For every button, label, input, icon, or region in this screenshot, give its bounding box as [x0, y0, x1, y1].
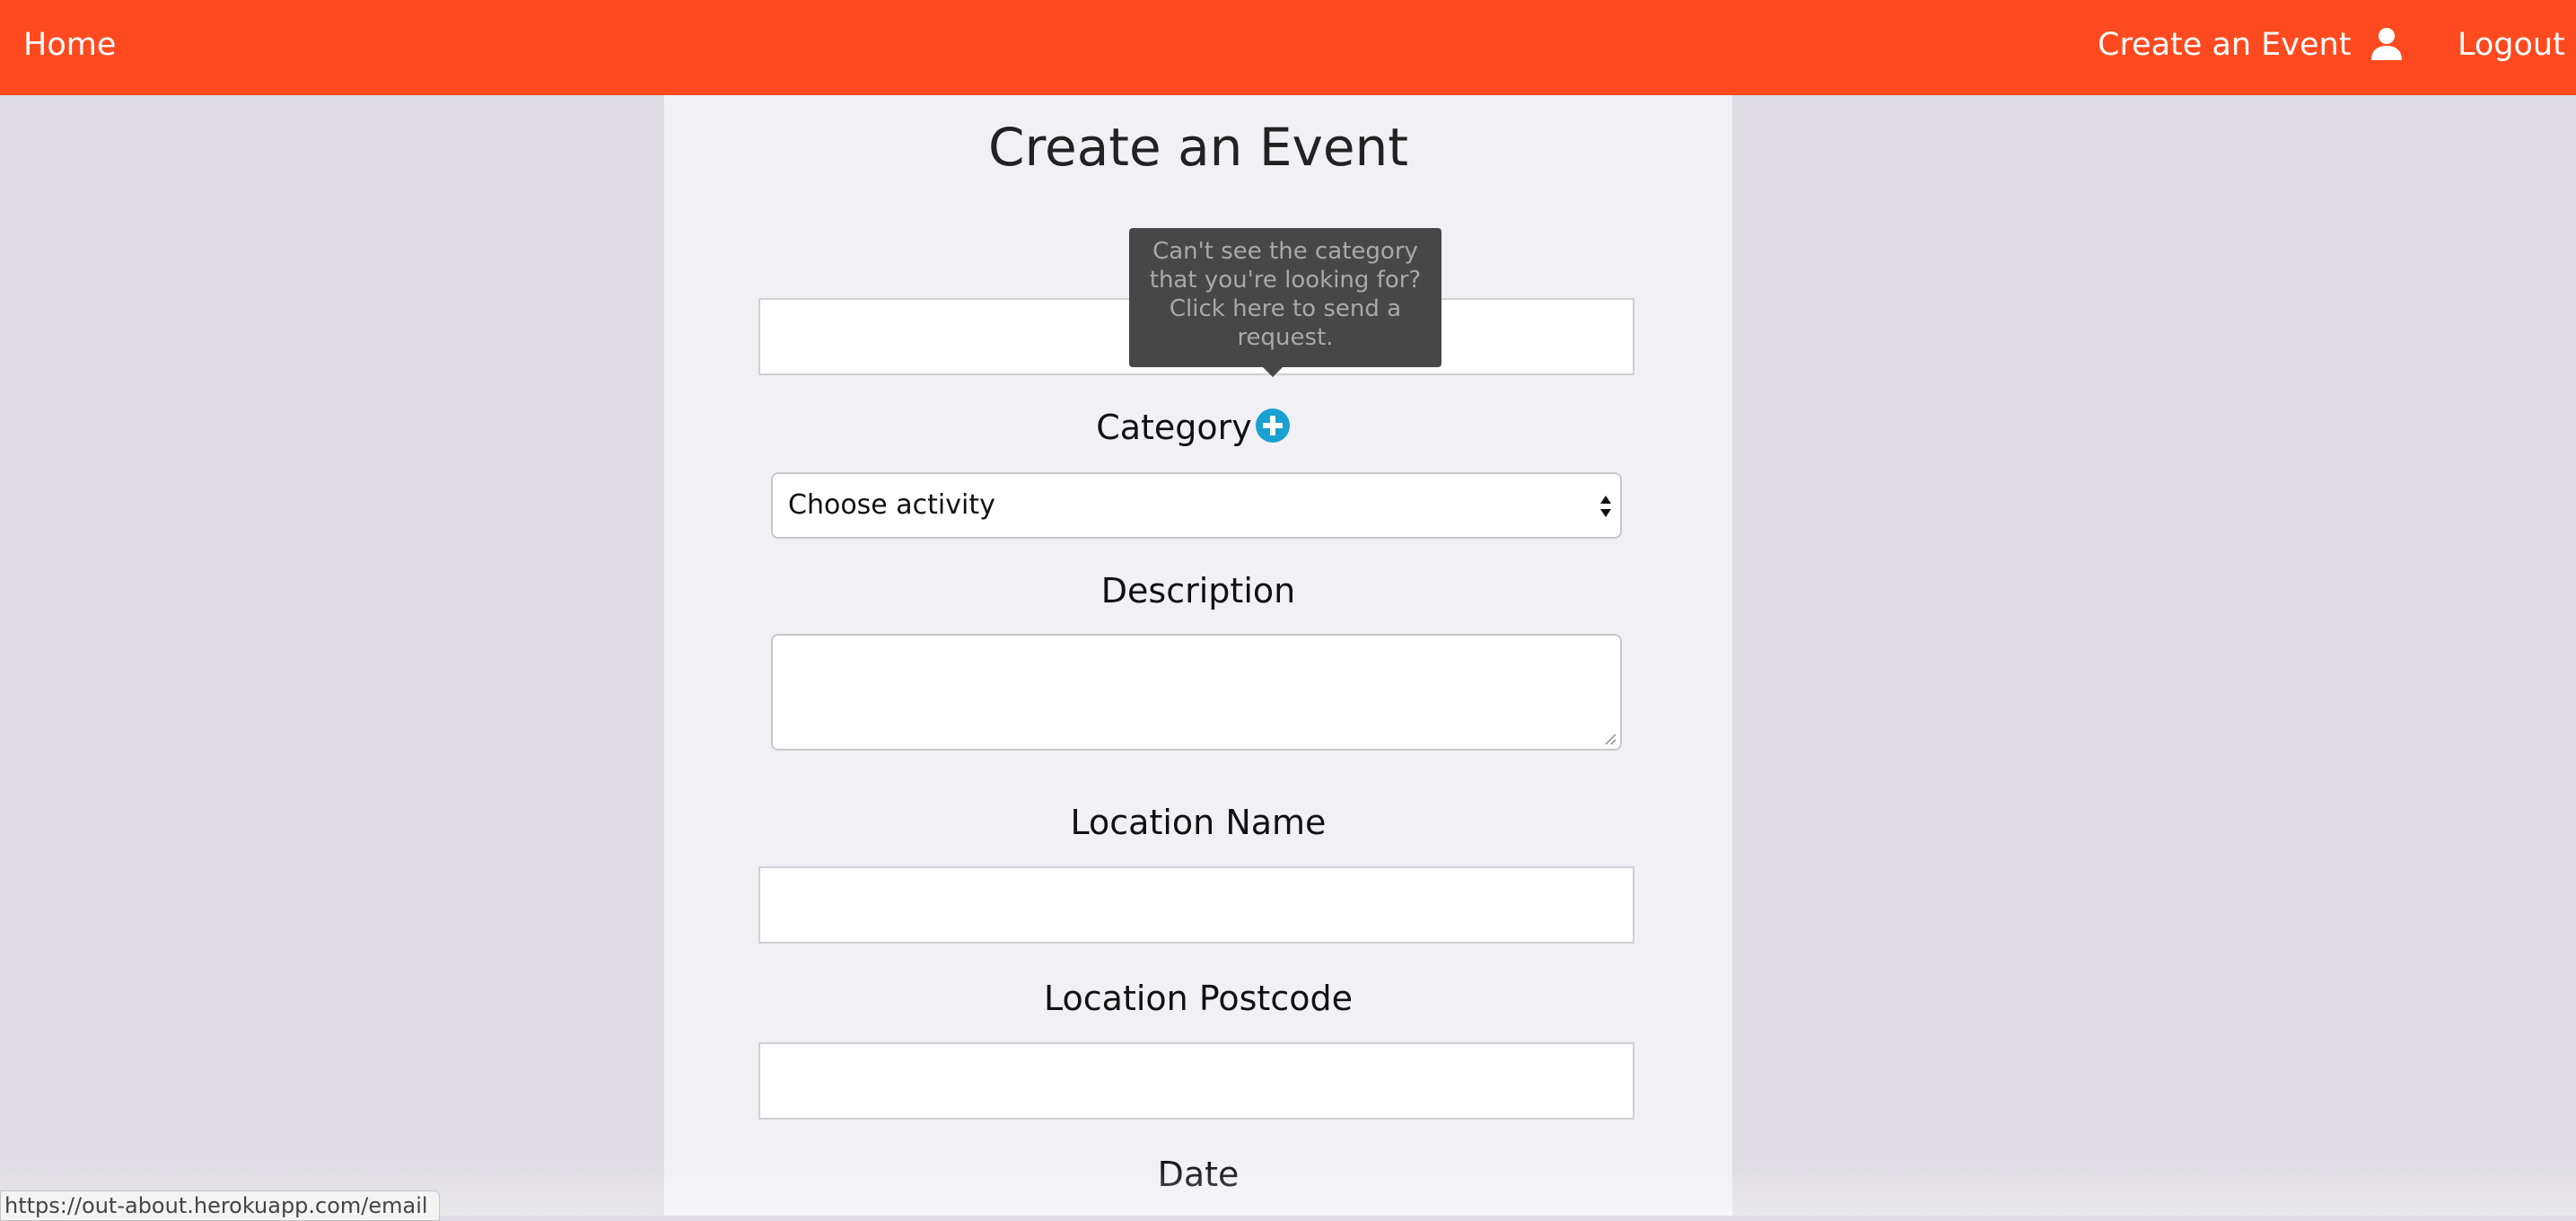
- top-navbar: Home Create an Event Logout: [0, 0, 2576, 95]
- category-selected-value: Choose activity: [788, 489, 995, 521]
- category-label: Category: [664, 408, 1732, 447]
- nav-create-event-link[interactable]: Create an Event: [2098, 27, 2351, 63]
- user-icon[interactable]: [2370, 27, 2404, 61]
- category-request-tooltip: Can't see the category that you're looki…: [1129, 228, 1441, 367]
- nav-logout-link[interactable]: Logout: [2458, 27, 2565, 63]
- description-textarea[interactable]: [771, 634, 1622, 751]
- sort-arrows-icon: [1600, 496, 1611, 517]
- plus-circle-icon[interactable]: [1255, 408, 1291, 444]
- nav-home-link[interactable]: Home: [23, 27, 116, 63]
- description-label: Description: [1100, 571, 1296, 610]
- tooltip-arrow: [1263, 367, 1283, 377]
- page-title: Create an Event: [987, 117, 1409, 178]
- status-bar-url: https://out-about.herokuapp.com/email: [0, 1190, 440, 1221]
- date-label: Date: [1157, 1155, 1240, 1194]
- location-name-input[interactable]: [758, 866, 1634, 944]
- location-postcode-label: Location Postcode: [1044, 979, 1353, 1018]
- location-name-label: Location Name: [1070, 803, 1327, 842]
- location-postcode-input[interactable]: [758, 1042, 1634, 1120]
- category-label-text: Category: [1096, 408, 1252, 447]
- category-select[interactable]: Choose activity: [771, 472, 1622, 539]
- resize-grip-icon[interactable]: [1602, 731, 1617, 745]
